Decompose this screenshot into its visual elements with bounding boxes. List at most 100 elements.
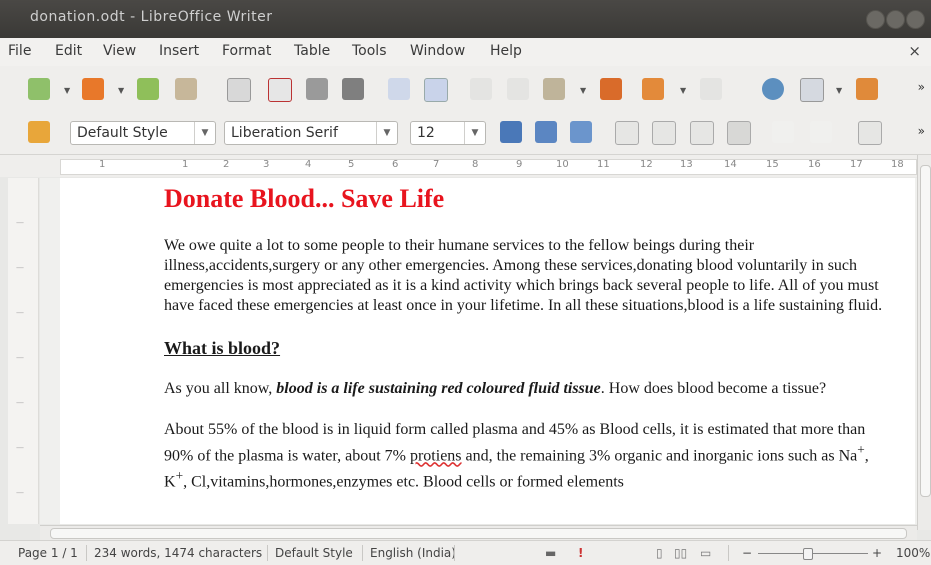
horizontal-scrollbar[interactable] bbox=[40, 525, 917, 540]
ruler-number: 4 bbox=[305, 159, 312, 170]
font-name-value: Liberation Serif bbox=[231, 125, 338, 141]
word-count[interactable]: 234 words, 1474 characters bbox=[94, 546, 262, 560]
vertical-ruler[interactable]: — — — — — — — bbox=[8, 178, 39, 524]
autospellcheck-icon[interactable] bbox=[424, 78, 448, 102]
spellcheck-icon[interactable] bbox=[388, 78, 410, 100]
zoom-out-button[interactable]: − bbox=[742, 546, 752, 560]
vertical-scroll-thumb[interactable] bbox=[920, 165, 931, 497]
table-icon[interactable] bbox=[800, 78, 824, 102]
copy-icon[interactable] bbox=[507, 78, 529, 100]
ruler-number: 15 bbox=[766, 159, 779, 170]
ruler-tick: — bbox=[16, 218, 24, 227]
ruler-number: 18 bbox=[891, 159, 904, 170]
status-language[interactable]: English (India) bbox=[370, 546, 456, 560]
close-window-button[interactable] bbox=[906, 10, 925, 29]
chevron-down-icon[interactable]: ▼ bbox=[464, 122, 485, 144]
export-pdf-icon[interactable] bbox=[268, 78, 292, 102]
document-body[interactable]: Donate Blood... Save Life We owe quite a… bbox=[164, 184, 884, 493]
zoom-slider-track[interactable] bbox=[758, 553, 868, 554]
document-area[interactable]: Donate Blood... Save Life We owe quite a… bbox=[40, 178, 917, 524]
zoom-level[interactable]: 100% bbox=[896, 546, 930, 560]
vertical-scrollbar[interactable] bbox=[917, 155, 931, 530]
maximize-button[interactable] bbox=[886, 10, 905, 29]
chevron-down-icon[interactable]: ▼ bbox=[64, 86, 70, 95]
chevron-down-icon[interactable]: ▼ bbox=[376, 122, 397, 144]
paragraph-plasma[interactable]: About 55% of the blood is in liquid form… bbox=[164, 420, 884, 493]
paragraph-intro[interactable]: We owe quite a lot to some people to the… bbox=[164, 236, 884, 316]
horizontal-scroll-thumb[interactable] bbox=[50, 528, 907, 539]
print-icon[interactable] bbox=[306, 78, 328, 100]
bold-icon[interactable] bbox=[500, 121, 522, 143]
numbering-icon[interactable] bbox=[858, 121, 882, 145]
edit-file-icon[interactable] bbox=[227, 78, 251, 102]
menu-window[interactable]: Window bbox=[410, 43, 465, 59]
menu-view[interactable]: View bbox=[103, 43, 136, 59]
chevron-down-icon[interactable]: ▼ bbox=[118, 86, 124, 95]
zoom-in-button[interactable]: + bbox=[872, 546, 882, 560]
underline-icon[interactable] bbox=[570, 121, 592, 143]
font-size-select[interactable]: 12 ▼ bbox=[410, 121, 486, 145]
cut-icon[interactable] bbox=[470, 78, 492, 100]
menu-edit[interactable]: Edit bbox=[55, 43, 82, 59]
align-center-icon[interactable] bbox=[652, 121, 676, 145]
ruler-tick: — bbox=[16, 308, 24, 317]
book-view-icon[interactable]: ▭ bbox=[700, 546, 711, 560]
menu-tools[interactable]: Tools bbox=[352, 43, 387, 59]
ruler-tick: — bbox=[16, 398, 24, 407]
paragraph-text: , Cl,vitamins,hormones,enzymes etc. Bloo… bbox=[183, 473, 624, 491]
font-name-select[interactable]: Liberation Serif ▼ bbox=[224, 121, 398, 145]
heading-what-is-blood[interactable]: What is blood? bbox=[164, 338, 884, 358]
status-page-style[interactable]: Default Style bbox=[275, 546, 353, 560]
minimize-button[interactable] bbox=[866, 10, 885, 29]
undo-icon[interactable] bbox=[642, 78, 664, 100]
menu-help[interactable]: Help bbox=[490, 43, 522, 59]
menu-insert[interactable]: Insert bbox=[159, 43, 199, 59]
right-to-left-icon[interactable] bbox=[810, 121, 832, 143]
toolbar-more-icon[interactable]: » bbox=[918, 80, 925, 94]
clone-formatting-icon[interactable] bbox=[600, 78, 622, 100]
chevron-down-icon[interactable]: ▼ bbox=[194, 122, 215, 144]
paragraph-style-select[interactable]: Default Style ▼ bbox=[70, 121, 216, 145]
document-modified-icon[interactable]: ! bbox=[578, 546, 583, 560]
status-bar: Page 1 / 1 234 words, 1474 characters De… bbox=[0, 540, 931, 565]
close-document-icon[interactable]: × bbox=[908, 42, 921, 60]
horizontal-ruler[interactable]: 1 1 2 3 4 5 6 7 8 9 10 11 12 13 14 15 16… bbox=[0, 155, 931, 177]
align-left-icon[interactable] bbox=[615, 121, 639, 145]
multi-page-view-icon[interactable]: ▯▯ bbox=[674, 546, 687, 560]
print-preview-icon[interactable] bbox=[342, 78, 364, 100]
single-page-view-icon[interactable]: ▯ bbox=[656, 546, 663, 560]
chevron-down-icon[interactable]: ▼ bbox=[680, 86, 686, 95]
italic-icon[interactable] bbox=[535, 121, 557, 143]
misspelled-word[interactable]: protiens bbox=[410, 447, 462, 464]
document-page[interactable]: Donate Blood... Save Life We owe quite a… bbox=[60, 178, 915, 524]
styles-formatting-icon[interactable] bbox=[28, 121, 50, 143]
document-title[interactable]: Donate Blood... Save Life bbox=[164, 184, 884, 214]
left-to-right-icon[interactable] bbox=[772, 121, 794, 143]
menu-table[interactable]: Table bbox=[294, 43, 330, 59]
paragraph-style-value: Default Style bbox=[77, 125, 168, 141]
ruler-tick: — bbox=[16, 263, 24, 272]
insert-mode-icon[interactable]: ▬ bbox=[545, 546, 556, 560]
paragraph-blood-tissue[interactable]: As you all know, blood is a life sustain… bbox=[164, 379, 884, 399]
ruler-number: 11 bbox=[597, 159, 610, 170]
toolbar-more-icon[interactable]: » bbox=[918, 124, 925, 138]
redo-icon[interactable] bbox=[700, 78, 722, 100]
export-icon[interactable] bbox=[175, 78, 197, 100]
ruler-tick: — bbox=[16, 353, 24, 362]
justify-icon[interactable] bbox=[727, 121, 751, 145]
menu-file[interactable]: File bbox=[8, 43, 31, 59]
show-draw-functions-icon[interactable] bbox=[856, 78, 878, 100]
page-count[interactable]: Page 1 / 1 bbox=[18, 546, 78, 560]
open-folder-icon[interactable] bbox=[82, 78, 104, 100]
navigator-icon[interactable] bbox=[762, 78, 784, 100]
menu-format[interactable]: Format bbox=[222, 43, 271, 59]
paste-icon[interactable] bbox=[543, 78, 565, 100]
chevron-down-icon[interactable]: ▼ bbox=[580, 86, 586, 95]
align-right-icon[interactable] bbox=[690, 121, 714, 145]
new-document-icon[interactable] bbox=[28, 78, 50, 100]
ruler-number: 2 bbox=[223, 159, 230, 170]
chevron-down-icon[interactable]: ▼ bbox=[836, 86, 842, 95]
save-icon[interactable] bbox=[137, 78, 159, 100]
zoom-slider-knob[interactable] bbox=[803, 548, 813, 560]
ruler-number: 3 bbox=[263, 159, 270, 170]
